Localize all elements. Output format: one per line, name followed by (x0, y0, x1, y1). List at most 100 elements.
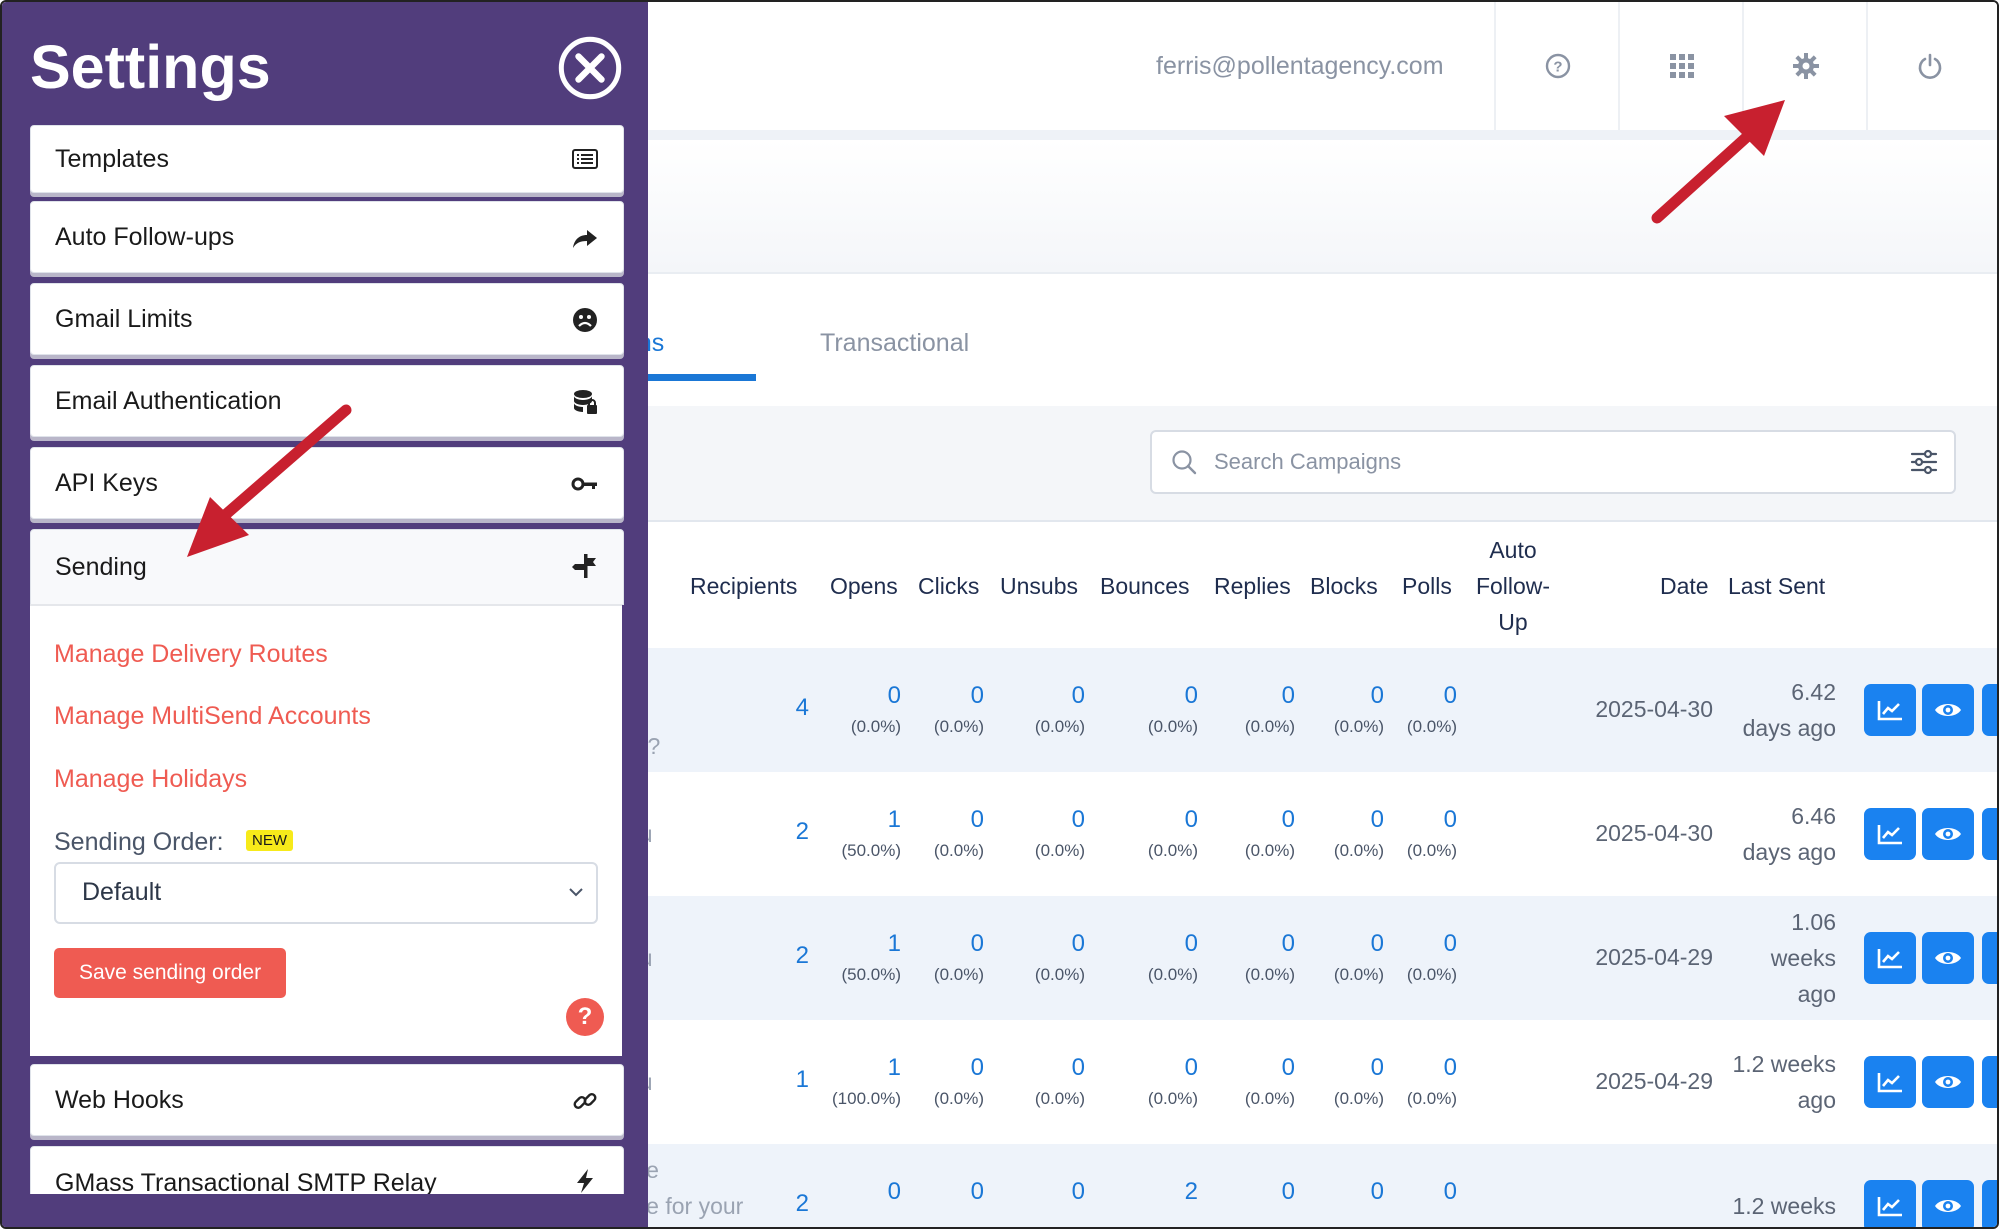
unsubs-stat[interactable]: 0 (0.0%) (1035, 1054, 1085, 1110)
view-button[interactable] (1922, 932, 1974, 984)
sending-order-select[interactable]: Default (54, 862, 598, 924)
settings-item-sending[interactable]: Sending (30, 529, 624, 605)
stats-button[interactable] (1864, 1180, 1916, 1227)
save-sending-order-button[interactable]: Save sending order (54, 948, 286, 998)
polls-stat[interactable]: 0 (0.0%) (1407, 806, 1457, 862)
unsubs-stat[interactable]: 0 (1072, 1178, 1085, 1212)
chart-line-icon (1877, 1197, 1902, 1217)
replies-stat[interactable]: 0 (1282, 1178, 1295, 1212)
settings-item-email-authentication[interactable]: Email Authentication (30, 365, 624, 437)
apps-button[interactable] (1618, 2, 1744, 130)
logout-button[interactable] (1866, 2, 1992, 130)
blocks-stat[interactable]: 0 (1371, 1178, 1384, 1212)
header-unsubs[interactable]: Unsubs (1000, 568, 1078, 604)
header-bounces[interactable]: Bounces (1100, 568, 1190, 604)
opens-stat[interactable]: 1 (50.0%) (841, 930, 901, 986)
opens-stat[interactable]: 0 (0.0%) (851, 682, 901, 738)
view-button[interactable] (1922, 1180, 1974, 1227)
more-button[interactable] (1982, 1056, 1997, 1108)
opens-count: 1 (887, 1054, 901, 1081)
settings-item-auto-follow-ups[interactable]: Auto Follow-ups (30, 201, 624, 273)
unsubs-stat[interactable]: 0 (0.0%) (1035, 682, 1085, 738)
blocks-stat[interactable]: 0 (0.0%) (1334, 682, 1384, 738)
bounces-count: 0 (1184, 930, 1198, 957)
bounces-stat[interactable]: 0 (0.0%) (1148, 682, 1198, 738)
bounces-stat[interactable]: 0 (0.0%) (1148, 930, 1198, 986)
view-button[interactable] (1922, 1056, 1974, 1108)
more-button[interactable] (1982, 808, 1997, 860)
more-button[interactable] (1982, 932, 1997, 984)
settings-item-gmail-limits[interactable]: Gmail Limits (30, 283, 624, 355)
item-label: Templates (55, 144, 169, 173)
settings-item-api-keys[interactable]: API Keys (30, 447, 624, 519)
close-icon[interactable] (557, 35, 623, 101)
bounces-stat[interactable]: 2 (1185, 1178, 1198, 1212)
header-date[interactable]: Date (1660, 568, 1709, 604)
blocks-stat[interactable]: 0 (0.0%) (1334, 1054, 1384, 1110)
settings-item-web-hooks[interactable]: Web Hooks (30, 1064, 624, 1136)
replies-stat[interactable]: 0 (0.0%) (1245, 1054, 1295, 1110)
opens-stat[interactable]: 0 (888, 1178, 901, 1212)
opens-stat[interactable]: 1 (100.0%) (832, 1054, 901, 1110)
polls-stat[interactable]: 0 (1444, 1178, 1457, 1212)
help-icon[interactable]: ? (566, 998, 604, 1036)
opens-count: 0 (887, 682, 901, 709)
header-last-sent[interactable]: Last Sent (1728, 568, 1825, 604)
clicks-count: 0 (970, 806, 984, 833)
settings-item-templates[interactable]: Templates (30, 125, 624, 193)
settings-button[interactable] (1742, 2, 1868, 130)
search-box[interactable] (1150, 430, 1956, 494)
unsubs-stat[interactable]: 0 (0.0%) (1035, 806, 1085, 862)
unsubs-stat[interactable]: 0 (0.0%) (1035, 930, 1085, 986)
stats-button[interactable] (1864, 808, 1916, 860)
item-label: Auto Follow-ups (55, 222, 235, 251)
view-button[interactable] (1922, 808, 1974, 860)
eye-icon (1935, 952, 1961, 964)
header-opens[interactable]: Opens (830, 568, 898, 604)
clicks-stat[interactable]: 0 (0.0%) (934, 930, 984, 986)
blocks-stat[interactable]: 0 (0.0%) (1334, 806, 1384, 862)
view-button[interactable] (1922, 684, 1974, 736)
replies-stat[interactable]: 0 (0.0%) (1245, 930, 1295, 986)
manage-delivery-routes-link[interactable]: Manage Delivery Routes (54, 640, 328, 669)
manage-holidays-link[interactable]: Manage Holidays (54, 765, 247, 794)
replies-stat[interactable]: 0 (0.0%) (1245, 682, 1295, 738)
stats-button[interactable] (1864, 932, 1916, 984)
search-input[interactable] (1212, 444, 1876, 480)
filter-sliders-icon[interactable] (1910, 448, 1938, 476)
header-blocks[interactable]: Blocks (1310, 568, 1378, 604)
svg-text:?: ? (1553, 59, 1562, 76)
header-clicks[interactable]: Clicks (918, 568, 979, 604)
clicks-stat[interactable]: 0 (0.0%) (934, 1054, 984, 1110)
blocks-stat[interactable]: 0 (0.0%) (1334, 930, 1384, 986)
key-icon (571, 477, 597, 491)
polls-stat[interactable]: 0 (0.0%) (1407, 1054, 1457, 1110)
bounces-count: 0 (1184, 682, 1198, 709)
polls-stat[interactable]: 0 (0.0%) (1407, 682, 1457, 738)
clicks-stat[interactable]: 0 (0.0%) (934, 806, 984, 862)
polls-stat[interactable]: 0 (0.0%) (1407, 930, 1457, 986)
bounces-stat[interactable]: 0 (0.0%) (1148, 1054, 1198, 1110)
tab-transactional[interactable]: Transactional (820, 329, 969, 358)
recipients-count[interactable]: 2 (796, 942, 809, 970)
manage-multisend-accounts-link[interactable]: Manage MultiSend Accounts (54, 702, 371, 731)
bounces-stat[interactable]: 0 (0.0%) (1148, 806, 1198, 862)
recipients-count[interactable]: 2 (796, 1190, 809, 1218)
header-auto-follow-up[interactable]: Auto Follow- Up (1470, 532, 1556, 640)
stats-button[interactable] (1864, 684, 1916, 736)
help-button[interactable]: ? (1494, 2, 1620, 130)
recipients-count[interactable]: 4 (796, 694, 809, 722)
more-button[interactable] (1982, 1180, 1997, 1227)
header-replies[interactable]: Replies (1214, 568, 1291, 604)
more-button[interactable] (1982, 684, 1997, 736)
header-recipients[interactable]: Recipients (690, 568, 797, 604)
stats-button[interactable] (1864, 1056, 1916, 1108)
header-polls[interactable]: Polls (1402, 568, 1452, 604)
recipients-count[interactable]: 1 (796, 1066, 809, 1094)
replies-stat[interactable]: 0 (0.0%) (1245, 806, 1295, 862)
opens-stat[interactable]: 1 (50.0%) (841, 806, 901, 862)
clicks-stat[interactable]: 0 (0.0%) (934, 682, 984, 738)
apps-grid-icon (1670, 54, 1694, 78)
clicks-stat[interactable]: 0 (971, 1178, 984, 1212)
recipients-count[interactable]: 2 (796, 818, 809, 846)
